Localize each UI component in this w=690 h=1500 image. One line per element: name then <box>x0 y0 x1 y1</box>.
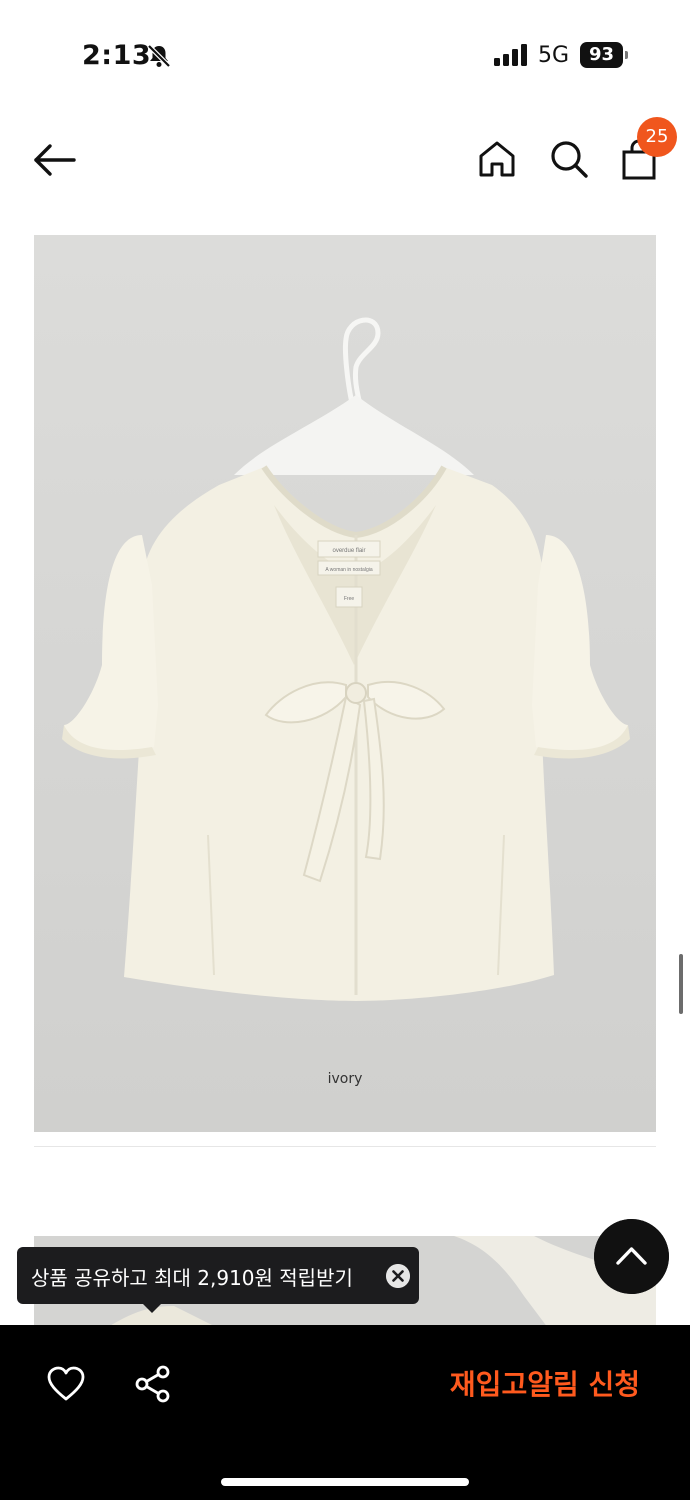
status-bar: 2:13 5G 93 <box>0 0 690 110</box>
label-line: overdue flair <box>332 548 365 554</box>
status-time: 2:13 <box>82 40 152 71</box>
scroll-to-top-button[interactable] <box>594 1219 669 1294</box>
label-line: A woman in nostalgia <box>325 567 372 573</box>
tooltip-arrow <box>142 1303 162 1313</box>
share-icon[interactable] <box>134 1364 172 1404</box>
back-arrow-icon[interactable] <box>30 138 80 182</box>
section-divider <box>34 1146 656 1147</box>
search-icon[interactable] <box>548 138 590 180</box>
close-icon[interactable] <box>386 1264 410 1288</box>
heart-icon[interactable] <box>46 1365 86 1403</box>
share-reward-tooltip: 상품 공유하고 최대 2,910원 적립받기 <box>17 1247 419 1304</box>
cart-count-badge: 25 <box>637 117 677 157</box>
signal-icon <box>494 44 527 66</box>
battery-indicator: 93 <box>580 42 628 68</box>
label-line: Free <box>344 596 355 602</box>
home-icon[interactable] <box>476 138 518 180</box>
network-label: 5G <box>538 43 570 68</box>
tooltip-text: 상품 공유하고 최대 2,910원 적립받기 <box>31 1266 353 1290</box>
bottom-action-bar: 재입고알림 신청 <box>0 1325 690 1500</box>
product-image: overdue flair A woman in nostalgia Free … <box>34 235 656 1132</box>
battery-cap <box>625 51 628 59</box>
home-indicator[interactable] <box>221 1478 469 1486</box>
restock-alert-button[interactable]: 재입고알림 신청 <box>410 1355 640 1415</box>
scrollbar[interactable] <box>679 954 683 1014</box>
blouse-illustration: overdue flair A woman in nostalgia Free <box>34 235 656 1132</box>
color-caption: ivory <box>327 1071 363 1087</box>
header <box>0 110 690 210</box>
bell-slash-icon <box>147 44 171 68</box>
battery-level: 93 <box>580 42 623 68</box>
